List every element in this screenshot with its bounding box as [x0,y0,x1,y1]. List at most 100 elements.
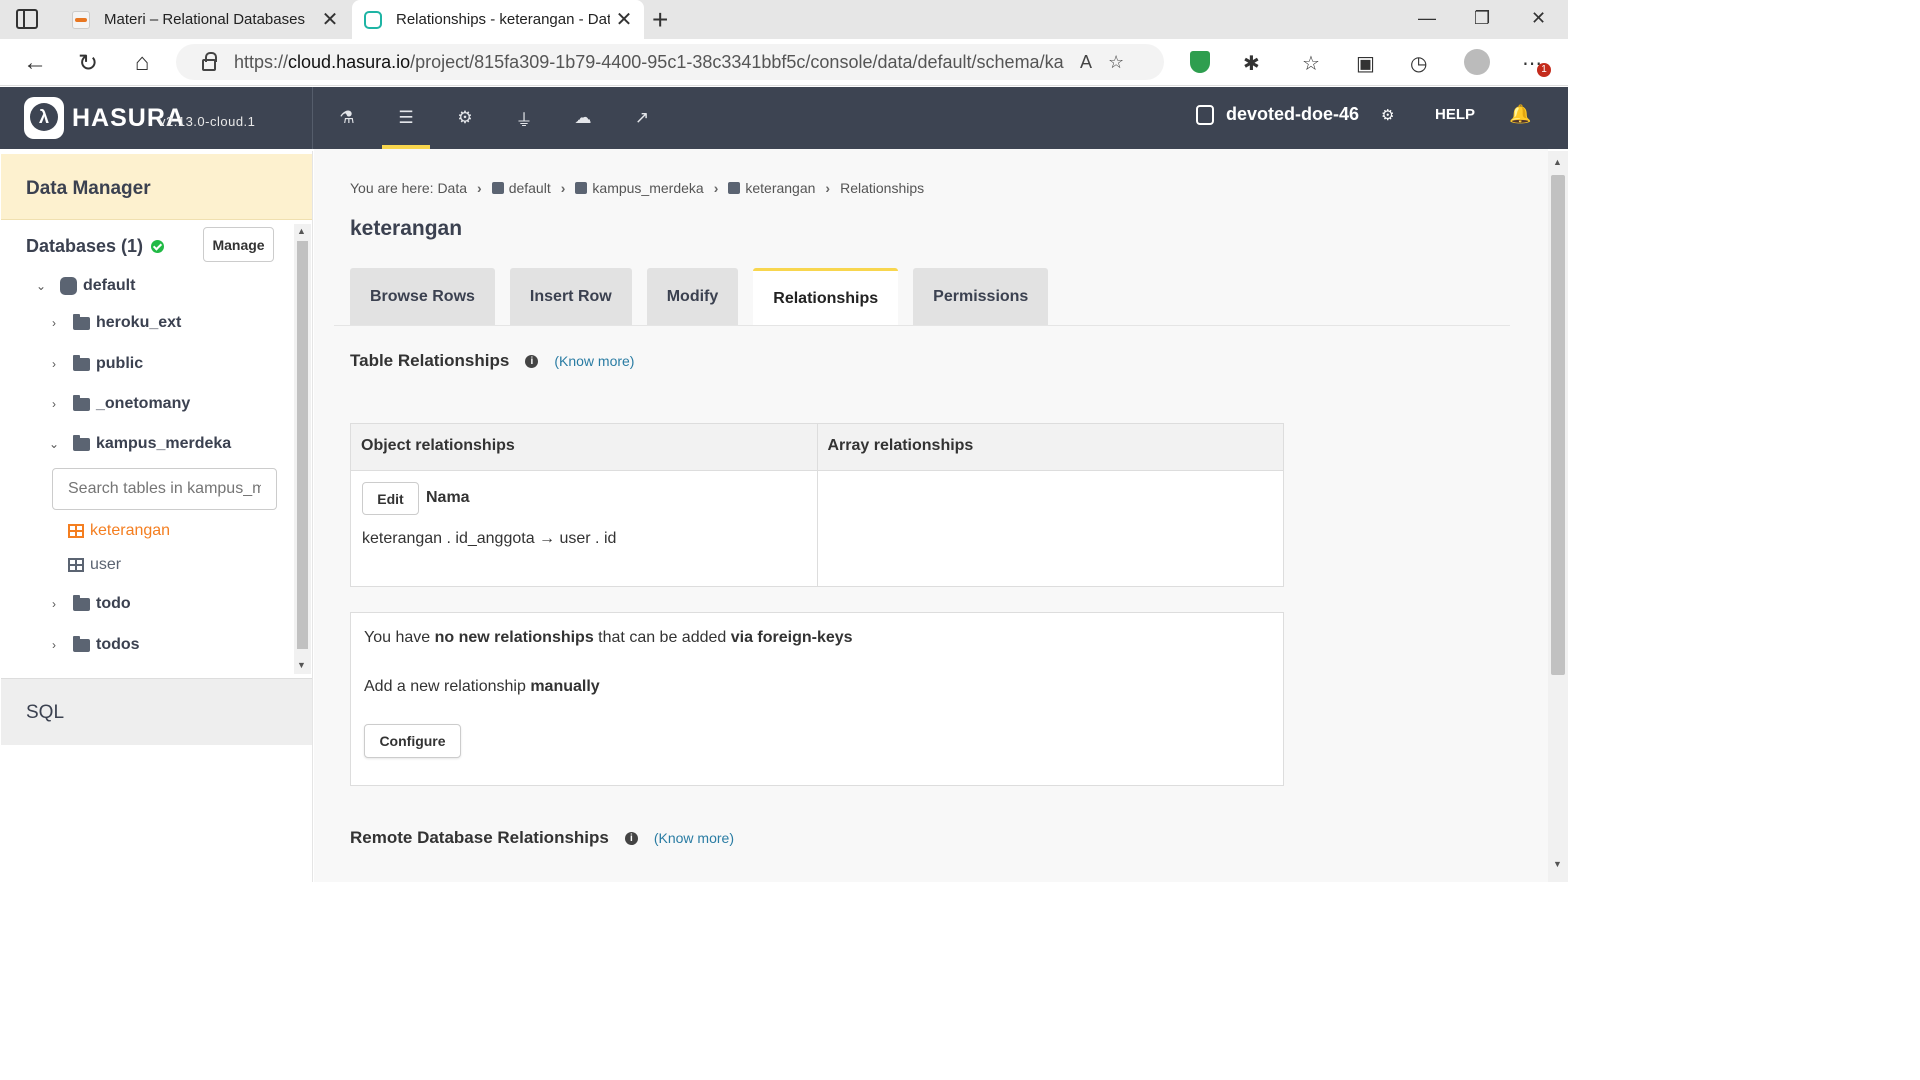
tree-schema-kampus_merdeka[interactable]: ⌄ kampus_merdeka [47,434,231,453]
chevron-right-icon[interactable]: › [47,357,61,371]
manage-button[interactable]: Manage [203,227,274,262]
sql-section[interactable]: SQL [1,678,312,745]
logo[interactable]: HASURA v2.13.0-cloud.1 [0,87,313,149]
close-tab-icon[interactable]: ✕ [610,7,638,32]
api-explorer-icon[interactable]: ⚗ [323,87,371,149]
close-window-button[interactable]: ✕ [1531,8,1546,29]
scrollbar-thumb[interactable] [297,241,308,649]
chevron-right-icon[interactable]: › [47,397,61,411]
info-icon[interactable]: i [525,354,539,368]
chevron-right-icon[interactable]: › [47,638,61,652]
profile-avatar[interactable] [1464,49,1490,75]
know-more-link[interactable]: (Know more) [554,353,634,369]
data-icon[interactable]: ☰ [382,87,430,149]
collections-icon[interactable]: ▣ [1356,51,1375,76]
table-name: user [90,556,122,573]
actions-icon[interactable]: ⚙ [441,87,489,149]
project-db-icon [1196,104,1214,125]
browser-tab-hasura[interactable]: Relationships - keterangan - Data | Hasu… [352,0,644,39]
adblock-shield-icon[interactable] [1190,51,1210,73]
chevron-right-icon: › [477,180,482,196]
tab-modify[interactable]: Modify [646,268,739,326]
hasura-favicon-icon [364,10,382,29]
db-name: default [83,277,136,294]
scroll-up-icon[interactable]: ▲ [297,226,306,236]
scroll-up-icon[interactable]: ▲ [1553,157,1562,167]
maximize-button[interactable]: ❐ [1474,8,1490,29]
info-icon[interactable]: i [624,831,638,845]
page-scrollbar[interactable]: ▲ ▼ [1548,151,1568,882]
fk-message: You have no new relationships that can b… [364,629,853,646]
new-tab-button[interactable]: + [652,4,668,36]
breadcrumb-schema[interactable]: kampus_merdeka [592,180,703,196]
search-tables-input[interactable] [52,468,277,510]
lock-icon[interactable] [202,52,217,71]
scroll-down-icon[interactable]: ▼ [297,660,306,670]
url-bar[interactable]: https://cloud.hasura.io/project/815fa309… [176,44,1164,80]
events-icon[interactable]: ☁ [559,87,607,149]
know-more-link[interactable]: (Know more) [654,830,734,846]
monitoring-icon[interactable]: ↗ [618,87,666,149]
minimize-button[interactable]: — [1418,8,1436,29]
chevron-right-icon: › [713,180,719,196]
array-relationships-cell [818,471,1284,586]
edit-relationship-button[interactable]: Edit [362,482,419,515]
browser-tab-title: Materi – Relational Databases [104,11,305,28]
chevron-right-icon[interactable]: › [47,597,61,611]
schema-name: _onetomany [96,395,191,412]
extensions-icon[interactable]: ✱ [1243,51,1260,76]
back-icon[interactable]: ← [20,49,50,77]
tab-actions-icon[interactable] [16,9,38,29]
tree-schema-todos[interactable]: › todos [47,635,140,654]
tree-table-keterangan[interactable]: keterangan [68,522,170,540]
browser-tab-materi[interactable]: Materi – Relational Databases ✕ [60,0,350,39]
tab-permissions[interactable]: Permissions [913,268,1049,326]
breadcrumb-db[interactable]: default [509,180,551,196]
tabs-divider [334,325,1510,326]
scroll-down-icon[interactable]: ▼ [1553,859,1562,869]
tree-schema-heroku_ext[interactable]: › heroku_ext [47,313,181,332]
tree-schema-onetomany[interactable]: › _onetomany [47,394,191,413]
settings-gear-icon[interactable]: ⚙ [1381,106,1394,124]
tab-insert-row[interactable]: Insert Row [509,268,632,326]
url-text[interactable]: https://cloud.hasura.io/project/815fa309… [234,52,1064,73]
browser-tab-title: Relationships - keterangan - Data | Hasu… [396,11,610,28]
folder-icon [73,635,90,652]
sql-link[interactable]: SQL [26,702,64,724]
browser-tab-bar: Materi – Relational Databases ✕ Relation… [0,0,1568,39]
refresh-icon[interactable]: ↻ [73,49,103,78]
configure-button[interactable]: Configure [364,724,461,758]
scrollbar-thumb[interactable] [1551,175,1565,675]
close-tab-icon[interactable]: ✕ [316,7,344,32]
folder-icon [73,313,90,330]
project-selector[interactable]: devoted-doe-46 [1196,104,1359,125]
breadcrumb: You are here: Data › default › kampus_me… [350,180,924,196]
address-bar-row: ← ↻ ⌂ https://cloud.hasura.io/project/81… [0,39,1568,86]
relationships-table: Object relationships Array relationships… [350,423,1284,587]
schema-name: todos [96,636,140,653]
breadcrumb-table[interactable]: keterangan [745,180,815,196]
favorite-star-icon[interactable]: ☆ [1108,52,1124,73]
chevron-down-icon[interactable]: ⌄ [47,437,61,451]
breadcrumb-prefix[interactable]: You are here: Data [350,180,467,196]
data-manager-header[interactable]: Data Manager [1,154,312,220]
tab-browse-rows[interactable]: Browse Rows [350,268,495,326]
tab-relationships[interactable]: Relationships [753,268,899,326]
chevron-right-icon[interactable]: › [47,316,61,330]
tree-schema-todo[interactable]: › todo [47,594,131,613]
tree-db-default[interactable]: ⌄ default [34,277,135,295]
notifications-bell-icon[interactable]: 🔔 [1509,104,1531,125]
favorites-icon[interactable]: ☆ [1302,51,1320,76]
relationship-name: Nama [426,489,470,506]
history-icon[interactable]: ◷ [1410,51,1427,76]
chevron-down-icon[interactable]: ⌄ [34,279,48,293]
sidebar-scrollbar[interactable]: ▲ ▼ [294,224,311,674]
read-aloud-icon[interactable]: A [1080,52,1092,73]
tree-schema-public[interactable]: › public [47,354,143,373]
remote-schemas-icon[interactable]: ⏚ [500,87,548,149]
help-link[interactable]: HELP [1435,106,1475,123]
tree-table-user[interactable]: user [68,556,121,574]
home-icon[interactable]: ⌂ [127,49,157,77]
project-name: devoted-doe-46 [1226,104,1360,124]
object-relationships-cell: Edit Nama keterangan . id_anggota → user… [351,471,818,586]
